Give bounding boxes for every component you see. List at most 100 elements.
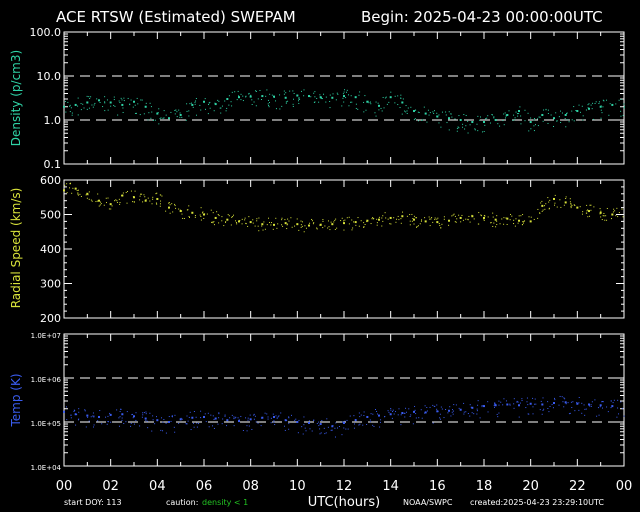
temp-sample-dot: [622, 407, 624, 409]
density-sample-dot: [86, 108, 88, 110]
temp-sample-dot: [493, 406, 495, 408]
temp-sample-dot: [487, 401, 489, 403]
density-sample-dot: [530, 128, 532, 130]
density-sample-dot: [414, 109, 416, 111]
density-sample-dot: [321, 98, 323, 100]
speed-sample-dot: [523, 220, 525, 222]
temp-sample-dot: [121, 419, 123, 421]
temp-sample-dot: [375, 408, 377, 410]
speed-data-point: [144, 199, 147, 202]
speed-sample-dot: [147, 197, 149, 199]
temp-sample-dot: [602, 401, 604, 403]
temp-sample-dot: [591, 401, 593, 403]
temp-sample-dot: [205, 421, 207, 423]
speed-sample-dot: [586, 204, 588, 206]
temp-sample-dot: [174, 414, 176, 416]
speed-data-point: [436, 221, 439, 224]
speed-sample-dot: [183, 218, 185, 220]
density-sample-dot: [298, 97, 300, 99]
density-sample-dot: [556, 120, 558, 122]
speed-sample-dot: [593, 206, 595, 208]
temp-sample-dot: [409, 416, 411, 418]
density-sample-dot: [581, 105, 583, 107]
density-sample-dot: [433, 110, 435, 112]
density-sample-dot: [410, 106, 412, 108]
density-sample-dot: [585, 109, 587, 111]
temp-sample-dot: [149, 412, 151, 414]
temp-sample-dot: [267, 416, 269, 418]
speed-sample-dot: [398, 219, 400, 221]
temp-sample-dot: [418, 417, 420, 419]
temp-sample-dot: [93, 415, 95, 417]
density-sample-dot: [137, 103, 139, 105]
speed-sample-dot: [559, 199, 561, 201]
density-sample-dot: [517, 115, 519, 117]
speed-sample-dot: [275, 217, 277, 219]
speed-sample-dot: [327, 227, 329, 229]
speed-sample-dot: [528, 216, 530, 218]
speed-sample-dot: [465, 218, 467, 220]
temp-data-point: [203, 415, 205, 418]
density-sample-dot: [71, 114, 73, 116]
density-ytick-label: 100.0: [30, 26, 62, 39]
speed-ytick-label: 400: [40, 243, 61, 256]
temp-sample-dot: [141, 416, 143, 418]
temp-sample-dot: [218, 417, 220, 419]
density-sample-dot: [207, 113, 209, 115]
density-sample-dot: [394, 102, 396, 104]
speed-sample-dot: [581, 213, 583, 215]
temp-sample-dot: [452, 409, 454, 411]
temp-sample-dot: [288, 428, 290, 430]
temp-sample-dot: [273, 420, 275, 422]
speed-sample-dot: [452, 214, 454, 216]
density-sample-dot: [426, 121, 428, 123]
density-sample-dot: [620, 110, 622, 112]
temp-sample-dot: [221, 423, 223, 425]
speed-sample-dot: [169, 212, 171, 214]
temp-sample-dot: [465, 411, 467, 413]
density-sample-dot: [269, 93, 271, 95]
speed-sample-dot: [376, 224, 378, 226]
density-sample-dot: [582, 115, 584, 117]
speed-sample-dot: [514, 225, 516, 227]
speed-sample-dot: [600, 210, 602, 212]
temp-sample-dot: [527, 404, 529, 406]
speed-sample-dot: [122, 192, 124, 194]
temp-sample-dot: [76, 413, 78, 415]
density-sample-dot: [355, 103, 357, 105]
speed-sample-dot: [458, 214, 460, 216]
temp-sample-dot: [248, 425, 250, 427]
speed-sample-dot: [284, 219, 286, 221]
density-data-point: [191, 103, 194, 106]
density-sample-dot: [329, 100, 331, 102]
density-sample-dot: [503, 124, 505, 126]
density-sample-dot: [275, 108, 277, 110]
density-sample-dot: [292, 105, 294, 107]
temp-data-point: [133, 415, 135, 418]
density-sample-dot: [83, 107, 85, 109]
density-sample-dot: [516, 113, 518, 115]
temp-sample-dot: [185, 423, 187, 425]
speed-sample-dot: [544, 205, 546, 207]
temp-data-point: [588, 403, 590, 406]
temp-sample-dot: [213, 427, 215, 429]
temp-sample-dot: [275, 415, 277, 417]
density-sample-dot: [77, 114, 79, 116]
temp-sample-dot: [130, 422, 132, 424]
temp-sample-dot: [583, 404, 585, 406]
speed-sample-dot: [541, 200, 543, 202]
temp-sample-dot: [414, 409, 416, 411]
density-data-point: [98, 99, 100, 102]
temp-sample-dot: [532, 413, 534, 415]
density-sample-dot: [587, 104, 589, 106]
temp-sample-dot: [119, 416, 121, 418]
speed-sample-dot: [569, 201, 571, 203]
temp-sample-dot: [85, 426, 87, 428]
temp-sample-dot: [323, 427, 325, 429]
speed-sample-dot: [133, 201, 135, 203]
density-sample-dot: [623, 107, 625, 109]
density-sample-dot: [107, 109, 109, 111]
density-sample-dot: [329, 94, 331, 96]
speed-sample-dot: [384, 212, 386, 214]
speed-sample-dot: [547, 197, 549, 199]
